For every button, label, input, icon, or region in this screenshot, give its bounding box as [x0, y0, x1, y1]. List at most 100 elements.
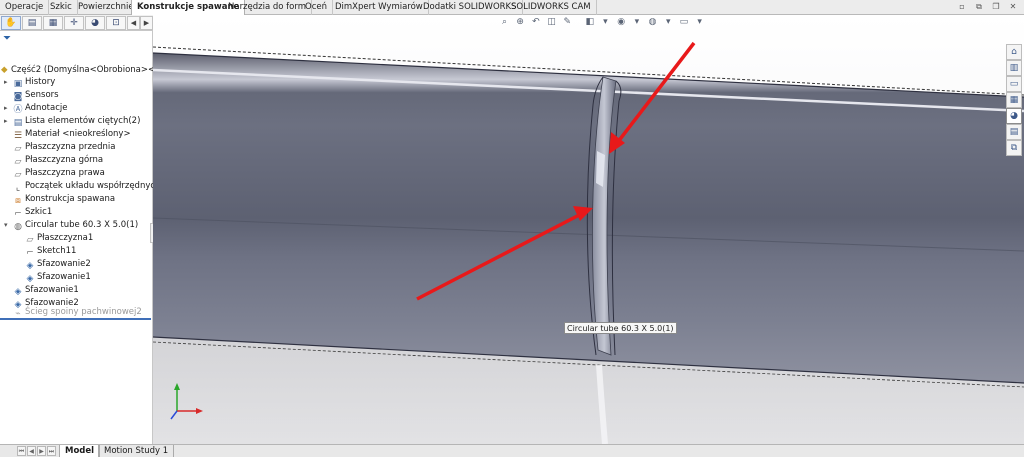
display-style-icon[interactable]: ▾	[600, 17, 611, 28]
tree-item-label: Sensors	[25, 90, 59, 100]
tree-item-label: Płaszczyzna górna	[25, 155, 104, 165]
tree-item-material[interactable]: ☰ Materiał <nieokreślony>	[13, 128, 131, 141]
appearances-icon[interactable]: ◕	[1006, 108, 1022, 124]
tab-solidworks-cam[interactable]: SOLIDWORKS CAM	[506, 0, 597, 15]
tree-item-circular-tube[interactable]: ▾ ◍ Circular tube 60.3 X 5.0(1)	[4, 219, 139, 232]
cut-list-icon: ▤	[13, 118, 23, 128]
tree-item-chamfer1[interactable]: ◈ Sfazowanie1	[13, 284, 79, 297]
previous-view-icon[interactable]: ↶	[530, 17, 541, 28]
solidworks-forum-icon[interactable]: ⧉	[1006, 140, 1022, 156]
display-pane-icon[interactable]: ▭	[678, 17, 689, 28]
tree-item-label: Szkic1	[25, 207, 53, 217]
tab-narzedzia-do-form[interactable]: Narzędzia do form	[223, 0, 312, 15]
view-palette-icon[interactable]: ▦	[1006, 92, 1022, 108]
tree-item-label: Płaszczyzna1	[37, 233, 94, 243]
tree-item-label: Początek układu współrzędnych	[25, 181, 161, 191]
tree-root-label: Część2 (Domyślna<Obrobiona><<Do	[11, 65, 174, 75]
first-tab-icon[interactable]: ⏮	[17, 446, 26, 456]
tree-item-chamfer2-sub[interactable]: ◈ Sfazowanie2	[25, 258, 91, 271]
plane-icon: ▱	[14, 144, 22, 154]
restore-icon[interactable]: ▫	[957, 2, 967, 12]
tree-item-label: Circular tube 60.3 X 5.0(1)	[25, 220, 139, 230]
tree-item-right-plane[interactable]: ▱ Płaszczyzna prawa	[13, 167, 105, 180]
view-settings-icon[interactable]: ▾	[663, 17, 674, 28]
tab-model[interactable]: Model	[59, 445, 101, 457]
zoom-to-fit-icon[interactable]: ⌕	[499, 17, 510, 28]
tree-item-label: Lista elementów ciętych(2)	[25, 116, 141, 126]
tree-item-label: Adnotacje	[25, 103, 68, 113]
apply-scene-icon[interactable]: ◍	[647, 17, 658, 28]
restore-window-icon[interactable]: ❐	[991, 2, 1001, 12]
tree-item-history[interactable]: ▸ ▣ History	[4, 76, 56, 89]
last-tab-icon[interactable]: ⏭	[47, 446, 56, 456]
annotation-icon: Ⓐ	[13, 105, 23, 115]
tab-operacje[interactable]: Operacje	[0, 0, 50, 15]
selection-tooltip: Circular tube 60.3 X 5.0(1)	[564, 322, 677, 334]
next-tab-icon[interactable]: ▶	[37, 446, 46, 456]
display-manager-icon[interactable]: ◕	[85, 16, 105, 30]
view-orientation-icon[interactable]: ◧	[584, 17, 595, 28]
structural-member-icon: ◍	[14, 222, 22, 232]
sketch-icon: ⌐	[14, 209, 22, 219]
tree-item-label: History	[25, 77, 56, 87]
tab-dimxpert-wymiarow[interactable]: DimXpert Wymiarów	[330, 0, 429, 15]
tree-root[interactable]: ◆ Część2 (Domyślna<Obrobiona><<Do	[1, 64, 174, 76]
tree-item-label: Ścieg spoiny pachwinowej2	[25, 307, 142, 317]
file-explorer-icon[interactable]: ▭	[1006, 76, 1022, 92]
close-icon[interactable]: ✕	[1008, 2, 1018, 12]
edit-appearance-icon[interactable]: ▾	[631, 17, 642, 28]
chamfer-icon: ◈	[26, 261, 34, 271]
zoom-to-area-icon[interactable]: ⊕	[515, 17, 526, 28]
filter-icon[interactable]: ⏷	[3, 34, 13, 44]
tree-item-sketch11[interactable]: ⌐ Sketch11	[25, 245, 76, 258]
graphics-area[interactable]: ⌕ ⊕ ↶ ◫ ✎ ◧ ▾ ◉ ▾ ◍ ▾ ▭ ▾ Circular tube …	[153, 15, 1024, 444]
expand-icon[interactable]: ▸	[4, 76, 8, 88]
panel-tabs: ✋ ▤ ▦ ✛ ◕ ⊡ ◀ ▶	[0, 15, 153, 31]
expand-icon[interactable]: ▸	[4, 102, 8, 114]
tab-ocen[interactable]: Oceń	[300, 0, 333, 15]
collapse-icon[interactable]: ▾	[4, 219, 8, 231]
property-manager-icon[interactable]: ▤	[22, 16, 42, 30]
sketch-icon: ⌐	[26, 248, 34, 258]
plane-icon: ▱	[14, 157, 22, 167]
bottom-tab-bar: ⏮ ◀ ▶ ⏭ Model Motion Study 1	[0, 444, 1024, 457]
section-view-icon[interactable]: ◫	[546, 17, 557, 28]
custom-properties-icon[interactable]: ▤	[1006, 124, 1022, 140]
dynamic-annotation-icon[interactable]: ✎	[562, 17, 573, 28]
command-manager-tabs: Operacje Szkic Powierzchnie Konstrukcje …	[0, 0, 1024, 16]
tree-item-top-plane[interactable]: ▱ Płaszczyzna górna	[13, 154, 104, 167]
scroll-right-icon[interactable]: ▶	[140, 16, 153, 30]
feature-manager-panel: ✋ ▤ ▦ ✛ ◕ ⊡ ◀ ▶ ⏷ ◆ Część2 (Domyślna<Obro…	[0, 15, 174, 444]
model-view[interactable]	[153, 15, 1024, 444]
dimxpert-icon[interactable]: ✛	[64, 16, 84, 30]
tile-icon[interactable]: ⧉	[974, 2, 984, 12]
tree-item-weldment[interactable]: ⧈ Konstrukcja spawana	[13, 193, 115, 206]
tree-item-plane1[interactable]: ▱ Płaszczyzna1	[25, 232, 94, 245]
task-pane-home-icon[interactable]: ⌂	[1006, 44, 1022, 60]
tree-item-annotations[interactable]: ▸ Ⓐ Adnotacje	[4, 102, 68, 115]
monitor-icon[interactable]: ▾	[694, 17, 705, 28]
hide-show-items-icon[interactable]: ◉	[616, 17, 627, 28]
tree-item-chamfer1-sub[interactable]: ◈ Sfazowanie1	[25, 271, 91, 284]
design-library-icon[interactable]: ▥	[1006, 60, 1022, 76]
tree-item-front-plane[interactable]: ▱ Płaszczyzna przednia	[13, 141, 116, 154]
task-pane-tabs: ⌂ ▥ ▭ ▦ ◕ ▤ ⧉	[1006, 44, 1022, 156]
tree-item-sketch1[interactable]: ⌐ Szkic1	[13, 206, 53, 219]
cam-manager-icon[interactable]: ⊡	[106, 16, 126, 30]
feature-manager-icon[interactable]: ✋	[1, 16, 21, 30]
expand-icon[interactable]: ▸	[4, 115, 8, 127]
configuration-manager-icon[interactable]: ▦	[43, 16, 63, 30]
tree-item-origin[interactable]: ⌞ Początek układu współrzędnych	[13, 180, 161, 193]
chamfer-icon: ◈	[26, 274, 34, 284]
tab-powierzchnie[interactable]: Powierzchnie	[73, 0, 140, 15]
origin-icon: ⌞	[15, 183, 21, 193]
tree-item-sensors[interactable]: ◙ Sensors	[13, 89, 59, 102]
tab-motion-study[interactable]: Motion Study 1	[98, 445, 175, 457]
scroll-left-icon[interactable]: ◀	[127, 16, 140, 30]
tree-item-cut-list[interactable]: ▸ ▤ Lista elementów ciętych(2)	[4, 115, 141, 128]
tree-item-label: Sfazowanie1	[37, 272, 91, 282]
tree-item-fillet-bead[interactable]: ⌁ Ścieg spoiny pachwinowej2	[13, 306, 142, 319]
tree-item-label: Sfazowanie2	[37, 259, 91, 269]
prev-tab-icon[interactable]: ◀	[27, 446, 36, 456]
history-icon: ▣	[13, 79, 23, 89]
